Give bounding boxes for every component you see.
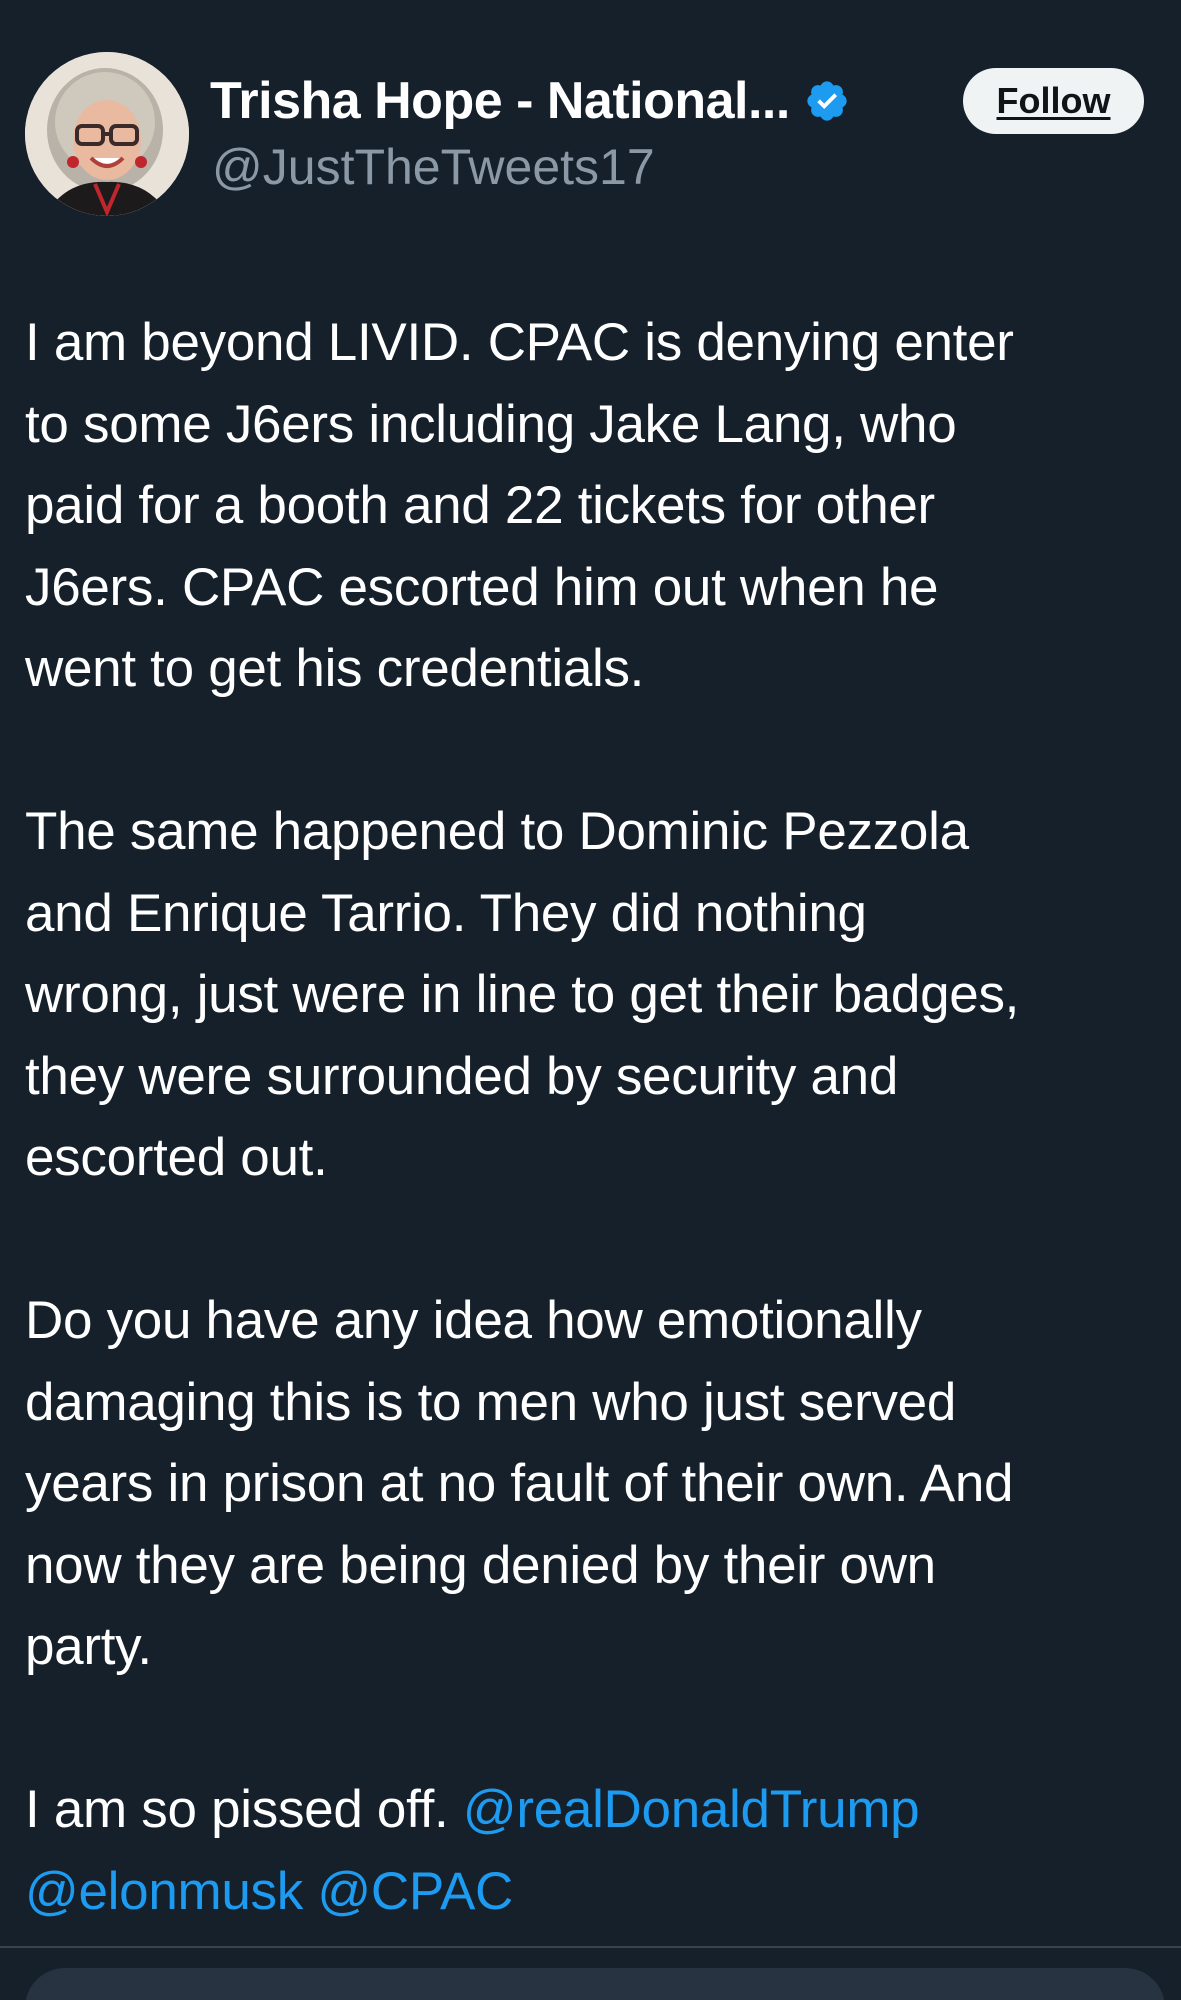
reply-input-area[interactable] [25, 1968, 1165, 2000]
tweet-text: I am beyond LIVID. CPAC is denying enter… [25, 302, 1165, 1932]
divider [0, 1946, 1181, 1948]
author-display-name[interactable]: Trisha Hope - National... [210, 71, 790, 131]
tweet-text-fragment: I am so pissed off. [25, 1780, 463, 1839]
mention-link-cpac[interactable]: @CPAC [317, 1862, 513, 1921]
tweet-paragraph: Do you have any idea how emotionally dam… [25, 1291, 1014, 1676]
mention-link-realdonaldtrump[interactable]: @realDonaldTrump [463, 1780, 920, 1839]
tweet-paragraph: I am beyond LIVID. CPAC is denying enter… [25, 313, 1014, 698]
tweet-paragraph: The same happened to Dominic Pezzola and… [25, 802, 1020, 1187]
tweet-paragraph-mentions: I am so pissed off. @realDonaldTrump @elo… [25, 1769, 1165, 1932]
verified-badge-icon [804, 78, 850, 124]
follow-button[interactable]: Follow [963, 68, 1144, 134]
mention-link-elonmusk[interactable]: @elonmusk [25, 1862, 303, 1921]
author-handle[interactable]: @JustTheTweets17 [212, 138, 655, 196]
author-name-row: Trisha Hope - National... [210, 66, 850, 136]
tweet-header: Trisha Hope - National... @JustTheTweets… [0, 0, 1181, 240]
avatar-photo [25, 52, 189, 216]
avatar[interactable] [25, 52, 189, 216]
